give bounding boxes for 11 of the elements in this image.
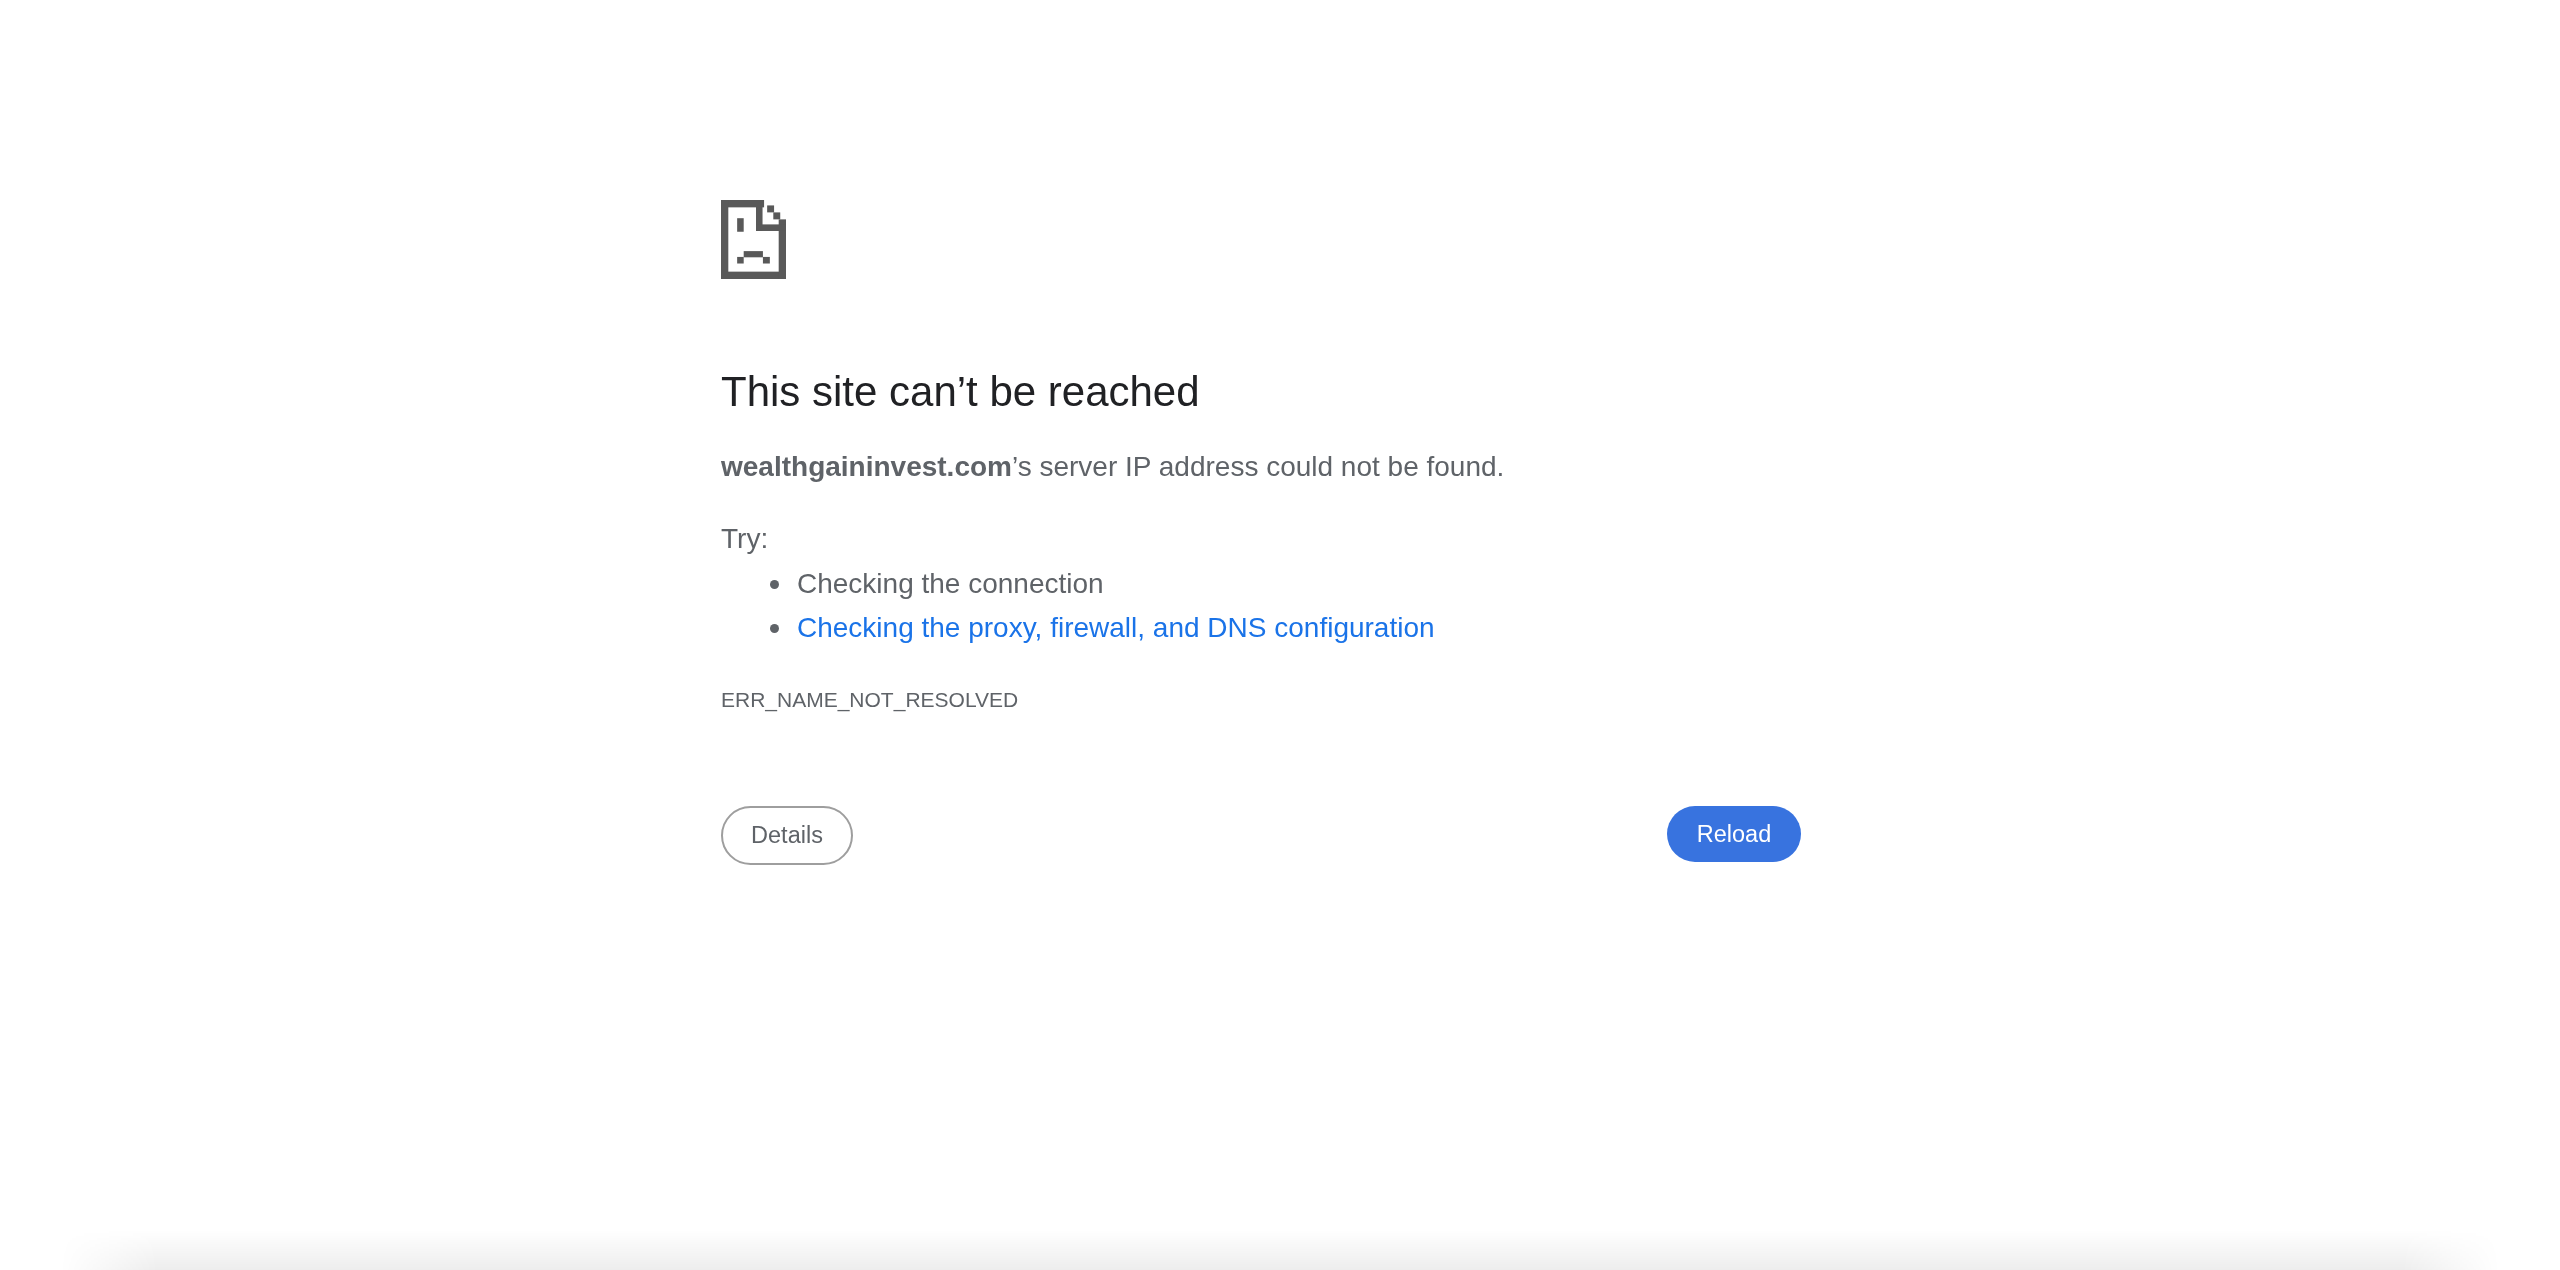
bullet-icon (770, 579, 779, 589)
try-label: Try: (721, 522, 769, 556)
suggestion-link[interactable]: Checking the proxy, firewall, and DNS configuration (797, 606, 1435, 650)
suggestion-text: Checking the connection (797, 567, 1104, 601)
sad-page-icon (721, 200, 786, 279)
reload-button[interactable]: Reload (1667, 806, 1801, 862)
error-code: ERR_NAME_NOT_RESOLVED (721, 687, 1019, 714)
error-message: wealthgaininvest.com’s server IP address could not be found. (721, 450, 1505, 484)
bullet-icon (770, 623, 779, 633)
error-title: This site can’t be reached (721, 367, 1200, 417)
details-button[interactable]: Details (721, 806, 853, 865)
